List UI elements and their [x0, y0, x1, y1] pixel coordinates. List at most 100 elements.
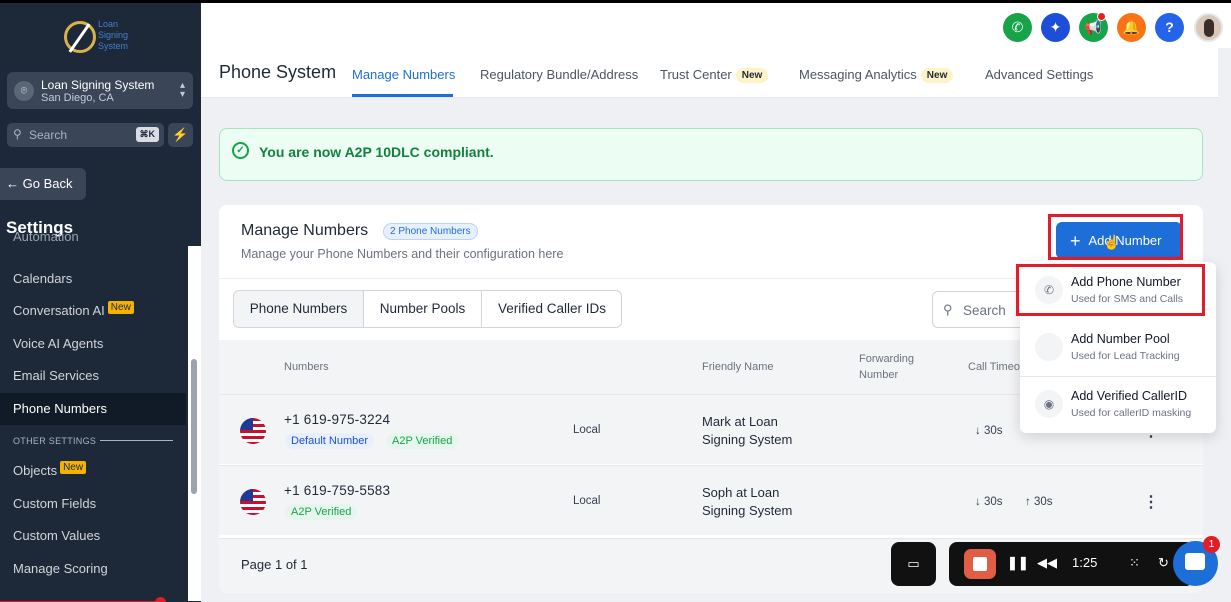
card-title: Manage Numbers — [241, 222, 369, 239]
phone-number: +1 619-759-5583 — [284, 483, 391, 498]
camera-icon[interactable]: ▭ — [891, 542, 936, 586]
numbers-segment-control: Phone Numbers Number Pools Verified Call… — [233, 290, 622, 328]
menu-item-subtitle: Used for Lead Tracking — [1071, 350, 1180, 362]
tab-trust-center[interactable]: Trust Center New — [660, 67, 769, 83]
menu-item-add-verified-callerid[interactable]: ◉ Add Verified CallerID Used for callerI… — [1020, 376, 1216, 431]
sidebar-item-custom-fields[interactable]: Custom Fields — [0, 488, 186, 520]
notification-dot — [1097, 12, 1106, 21]
stop-recording-button[interactable] — [964, 549, 996, 579]
sidebar-item-phone-numbers[interactable]: Phone Numbers — [0, 393, 186, 425]
us-flag-icon — [240, 489, 266, 515]
new-badge: New — [60, 461, 87, 474]
rewind-icon[interactable]: ◀◀ — [1037, 555, 1057, 571]
sidebar-search[interactable]: ⚲ Search ⌘K — [7, 123, 164, 147]
new-badge: New — [735, 68, 769, 83]
number-type: Local — [573, 424, 601, 436]
sidebar-scrollbar-thumb[interactable] — [191, 359, 197, 494]
column-forwarding-number: Forwarding Number — [859, 353, 915, 381]
number-type: Local — [573, 495, 601, 507]
sidebar-item-custom-values[interactable]: Custom Values — [0, 520, 186, 552]
tab-messaging-analytics[interactable]: Messaging Analytics New — [799, 67, 954, 83]
divider — [100, 440, 173, 441]
search-icon: ⚲ — [943, 302, 953, 317]
tab-regulatory-bundle[interactable]: Regulatory Bundle/Address — [480, 67, 638, 82]
a2p-verified-badge: A2P Verified — [386, 433, 459, 449]
sidebar-item-manage-scoring[interactable]: Manage Scoring — [0, 553, 186, 585]
table-search-input[interactable]: ⚲ Search — [932, 291, 1027, 328]
sidebar-item-calendars[interactable]: Calendars — [0, 263, 186, 295]
us-flag-icon — [240, 418, 266, 444]
table-search-placeholder: Search — [963, 303, 1006, 318]
inbound-timeout: ↓ 30s — [975, 425, 1003, 437]
phone-icon[interactable]: ✆ — [1003, 13, 1032, 42]
check-circle-icon: ✓ — [232, 142, 249, 159]
help-icon[interactable]: ? — [1155, 13, 1184, 42]
eye-icon: ◉ — [1035, 390, 1063, 418]
segment-number-pools[interactable]: Number Pools — [364, 291, 481, 327]
inbound-timeout: ↓ 30s — [975, 496, 1003, 508]
sidebar-item-email-services[interactable]: Email Services — [0, 360, 186, 392]
friendly-name: Mark at Loan Signing System — [702, 414, 793, 447]
menu-item-title: Add Verified CallerID — [1071, 389, 1188, 403]
brand-logo[interactable]: Loan Signing System — [64, 17, 144, 61]
top-bar: ✆ ✦ 📢 🔔 ? — [201, 0, 1231, 48]
menu-item-subtitle: Used for callerID masking — [1071, 407, 1192, 419]
phone-count-badge: 2 Phone Numbers — [383, 223, 478, 240]
video-progress-handle[interactable] — [155, 597, 166, 602]
hand-cursor-icon: ☝ — [1103, 234, 1121, 250]
chat-unread-badge: 1 — [1203, 536, 1220, 553]
card-subtitle: Manage your Phone Numbers and their conf… — [241, 247, 564, 261]
table-row[interactable]: +1 619-759-5583 A2P Verified Local Soph … — [219, 465, 1203, 535]
sidebar-item-conversation-ai[interactable]: Conversation AI New — [0, 295, 186, 327]
column-call-timeout: Call Timeo — [968, 361, 1020, 373]
search-shortcut: ⌘K — [135, 127, 159, 142]
new-badge: New — [107, 301, 134, 314]
menu-item-title: Add Number Pool — [1071, 332, 1170, 346]
compliance-alert: ✓ You are now A2P 10DLC compliant. — [219, 128, 1203, 181]
account-name: Loan Signing System — [41, 78, 155, 92]
recording-time: 1:25 — [1072, 555, 1098, 570]
pagination-text: Page 1 of 1 — [241, 557, 308, 572]
quick-action-bolt-icon[interactable]: ⚡ — [168, 123, 193, 147]
more-options-icon[interactable]: ⋮ — [1143, 492, 1159, 512]
user-avatar[interactable] — [1194, 13, 1223, 42]
sidebar-item-voice-ai-agents[interactable]: Voice AI Agents — [0, 328, 186, 360]
column-numbers: Numbers — [284, 361, 329, 373]
sidebar-search-placeholder: Search — [29, 128, 68, 142]
phone-number: +1 619-975-3224 — [284, 412, 391, 427]
outbound-timeout: ↑ 30s — [1025, 496, 1053, 508]
other-settings-label: OTHER SETTINGS — [13, 436, 97, 446]
segment-verified-caller-ids[interactable]: Verified Caller IDs — [482, 291, 622, 327]
friendly-name: Soph at Loan Signing System — [702, 485, 793, 518]
default-number-badge: Default Number — [285, 433, 375, 449]
page-title: Phone System — [219, 62, 337, 82]
tab-advanced-settings[interactable]: Advanced Settings — [985, 67, 1093, 82]
phone-system-nav: Phone System Manage Numbers Regulatory B… — [201, 48, 1218, 98]
sidebar: Loan Signing System ⌾ Loan Signing Syste… — [0, 0, 201, 602]
go-back-button[interactable]: ← Go Back — [0, 168, 86, 200]
sidebar-item-automation[interactable]: Automation — [0, 230, 186, 248]
restart-icon[interactable]: ↻ — [1158, 555, 1169, 571]
search-icon: ⚲ — [13, 127, 22, 141]
pool-icon — [1035, 333, 1063, 361]
segment-phone-numbers[interactable]: Phone Numbers — [234, 291, 363, 327]
compliance-message: You are now A2P 10DLC compliant. — [259, 144, 494, 160]
account-switcher[interactable]: ⌾ Loan Signing System San Diego, CA ▴ ▾ — [7, 72, 193, 109]
logo-text: Loan Signing System — [98, 19, 129, 51]
pause-icon[interactable]: ❚❚ — [1007, 555, 1029, 571]
chevron-updown-icon: ▴ ▾ — [179, 80, 185, 100]
location-icon: ⌾ — [14, 81, 34, 101]
grid-icon[interactable]: ⁙ — [1129, 555, 1140, 571]
new-badge: New — [920, 68, 954, 83]
account-location: San Diego, CA — [41, 92, 114, 104]
tab-manage-numbers[interactable]: Manage Numbers — [352, 67, 455, 82]
logo-mark — [64, 21, 96, 53]
a2p-verified-badge: A2P Verified — [285, 504, 358, 520]
active-tab-indicator — [352, 94, 453, 97]
bell-icon[interactable]: 🔔 — [1117, 13, 1146, 42]
menu-item-add-number-pool[interactable]: Add Number Pool Used for Lead Tracking — [1020, 319, 1216, 374]
sidebar-item-objects[interactable]: Objects New — [0, 455, 186, 487]
sparkle-icon[interactable]: ✦ — [1041, 13, 1070, 42]
highlight-box — [1016, 264, 1205, 316]
column-friendly-name: Friendly Name — [702, 361, 774, 373]
